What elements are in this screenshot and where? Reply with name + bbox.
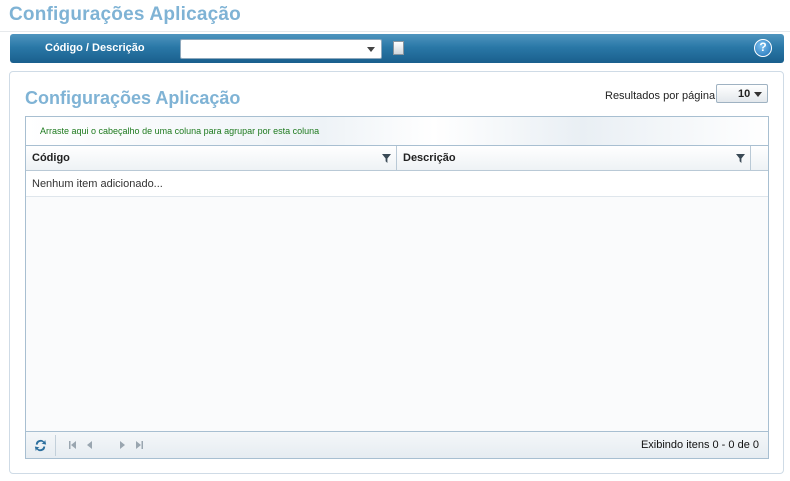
chevron-down-icon[interactable] — [754, 92, 762, 97]
filter-bar: Código / Descrição ? — [10, 34, 784, 63]
results-per-page-select[interactable]: 10 — [716, 84, 768, 103]
group-hint: Arraste aqui o cabeçalho de uma coluna p… — [40, 126, 320, 136]
column-label: Descrição — [403, 152, 456, 164]
results-panel: Configurações Aplicação Resultados por p… — [9, 71, 784, 474]
help-icon[interactable]: ? — [754, 39, 772, 57]
grid-pager: Exibindo itens 0 - 0 de 0 — [26, 431, 768, 458]
data-grid: Arraste aqui o cabeçalho de uma coluna p… — [25, 116, 769, 459]
group-drop-area[interactable]: Arraste aqui o cabeçalho de uma coluna p… — [26, 117, 768, 146]
document-icon[interactable] — [393, 41, 404, 55]
pager-info: Exibindo itens 0 - 0 de 0 — [640, 439, 759, 451]
refresh-icon[interactable] — [33, 438, 48, 453]
column-header-description[interactable]: Descrição — [397, 146, 751, 170]
column-header-code[interactable]: Código — [26, 146, 397, 170]
chevron-down-icon[interactable] — [367, 47, 375, 52]
title-divider — [0, 31, 790, 32]
code-description-input[interactable] — [181, 41, 361, 59]
panel-title: Configurações Aplicação — [25, 88, 241, 108]
grid-header: Código Descrição — [26, 146, 768, 171]
results-per-page-value: 10 — [738, 88, 751, 100]
page-title: Configurações Aplicação — [9, 4, 241, 25]
first-page-icon[interactable] — [68, 440, 78, 450]
last-page-icon[interactable] — [134, 440, 144, 450]
empty-message: Nenhum item adicionado... — [32, 178, 163, 190]
next-page-icon[interactable] — [117, 440, 127, 450]
previous-page-icon[interactable] — [85, 440, 95, 450]
pager-divider — [55, 435, 56, 456]
filter-icon[interactable] — [382, 154, 391, 163]
code-description-combo[interactable] — [180, 39, 382, 59]
filter-icon[interactable] — [736, 154, 745, 163]
filter-label: Código / Descrição — [45, 42, 145, 54]
empty-row: Nenhum item adicionado... — [26, 171, 768, 197]
results-per-page-label: Resultados por página — [605, 90, 716, 102]
column-label: Código — [32, 152, 70, 164]
